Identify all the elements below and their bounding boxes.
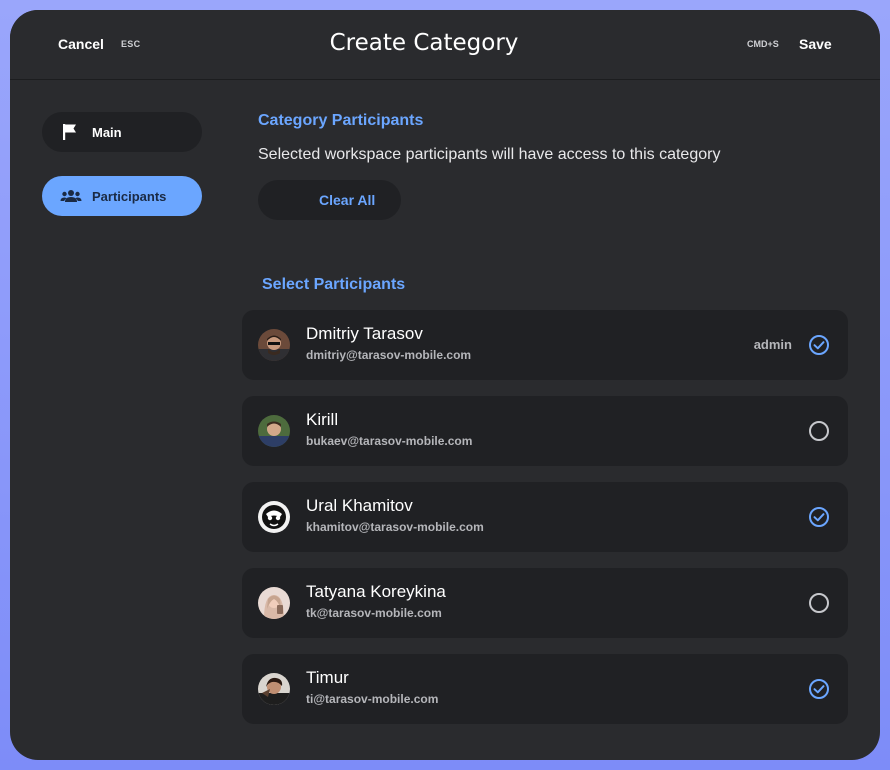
- check-circle-icon[interactable]: [808, 506, 830, 528]
- sidebar-item-label: Participants: [92, 189, 167, 204]
- role-badge: admin: [753, 337, 792, 352]
- flag-icon: [60, 122, 80, 142]
- unchecked-circle-icon[interactable]: [808, 592, 830, 614]
- avatar: [258, 329, 290, 361]
- participant-email: tk@tarasov-mobile.com: [306, 606, 442, 620]
- dialog-title: Create Category: [329, 30, 519, 56]
- select-participants-heading: Select Participants: [262, 276, 406, 293]
- participant-row[interactable]: Ural Khamitov khamitov@tarasov-mobile.co…: [242, 482, 848, 552]
- participant-email: bukaev@tarasov-mobile.com: [306, 434, 473, 448]
- participant-name: Tatyana Koreykina: [306, 582, 446, 601]
- participant-name: Kirill: [306, 410, 339, 429]
- sidebar-item-main[interactable]: Main: [42, 112, 202, 152]
- avatar: [258, 673, 290, 705]
- avatar: [258, 415, 290, 447]
- participant-row[interactable]: Timur ti@tarasov-mobile.com: [242, 654, 848, 724]
- save-button[interactable]: Save: [799, 36, 832, 52]
- participant-row[interactable]: Kirill bukaev@tarasov-mobile.com: [242, 396, 848, 466]
- unchecked-circle-icon[interactable]: [808, 420, 830, 442]
- avatar: [258, 501, 290, 533]
- save-shortcut-hint: CMD+S: [747, 39, 779, 49]
- participant-row[interactable]: Tatyana Koreykina tk@tarasov-mobile.com: [242, 568, 848, 638]
- people-icon: [60, 186, 82, 206]
- clear-all-button[interactable]: Clear All: [258, 180, 401, 220]
- sidebar-item-label: Main: [92, 125, 122, 140]
- participant-name: Dmitriy Tarasov: [306, 324, 423, 343]
- participant-name: Timur: [306, 668, 349, 687]
- section-description: Selected workspace participants will hav…: [258, 146, 721, 163]
- participant-name: Ural Khamitov: [306, 496, 413, 515]
- create-category-dialog: Cancel ESC Create Category CMD+S Save Ma…: [10, 10, 880, 760]
- avatar: [258, 587, 290, 619]
- check-circle-icon[interactable]: [808, 678, 830, 700]
- participant-email: khamitov@tarasov-mobile.com: [306, 520, 484, 534]
- sidebar-item-participants[interactable]: Participants: [42, 176, 202, 216]
- participant-email: dmitriy@tarasov-mobile.com: [306, 348, 472, 362]
- clear-all-label: Clear All: [319, 192, 376, 208]
- category-participants-heading: Category Participants: [258, 112, 424, 129]
- participant-email: ti@tarasov-mobile.com: [306, 692, 439, 706]
- check-circle-icon[interactable]: [808, 334, 830, 356]
- dialog-header: Cancel ESC Create Category CMD+S Save: [10, 10, 880, 80]
- participant-row[interactable]: Dmitriy Tarasov dmitriy@tarasov-mobile.c…: [242, 310, 848, 380]
